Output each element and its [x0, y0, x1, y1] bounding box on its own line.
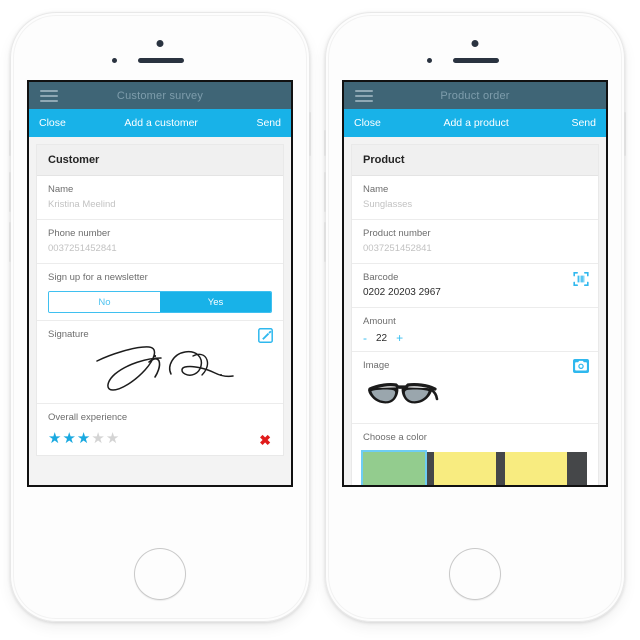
earpiece-speaker-left [138, 58, 184, 63]
barcode-row[interactable]: Barcode 0202 20203 2967 [352, 264, 598, 308]
field-label-phone-left: Phone number [48, 228, 111, 239]
screenshot-stage: Customer survey Close Add a customer Sen… [0, 0, 640, 640]
front-camera-icon-left [156, 40, 164, 47]
star-4-icon[interactable]: ★ [91, 430, 105, 447]
volume-down-button-right[interactable] [324, 222, 326, 262]
camera-icon[interactable] [573, 359, 589, 374]
hamburger-icon[interactable] [355, 87, 373, 105]
send-button-left[interactable]: Send [256, 117, 281, 129]
amount-value: 22 [376, 332, 388, 344]
overall-experience-label: Overall experience [48, 412, 128, 423]
newsletter-label: Sign up for a newsletter [48, 272, 148, 283]
close-button-left[interactable]: Close [39, 117, 66, 129]
color-swatch-green[interactable] [434, 452, 496, 485]
image-row: Image [352, 352, 598, 424]
silent-switch-left[interactable] [9, 130, 11, 156]
phone-device-right: Product order Close Add a product Send P… [324, 12, 626, 622]
color-swatch-dark[interactable] [363, 452, 425, 485]
newsletter-row: Sign up for a newsletter No Yes [37, 264, 283, 321]
app-title-right: Product order [440, 89, 510, 102]
field-label-name-right: Name [363, 184, 389, 195]
color-swatch-yellow[interactable] [505, 452, 567, 485]
hamburger-icon[interactable] [40, 87, 58, 105]
screen-right: Product order Close Add a product Send P… [342, 80, 608, 487]
app-topbar-left: Customer survey [29, 82, 291, 109]
newsletter-option-yes[interactable]: Yes [160, 292, 271, 312]
color-swatch-list [363, 452, 587, 485]
volume-up-button-left[interactable] [9, 172, 11, 212]
field-value-name-left: Kristina Meelind [48, 199, 116, 210]
nav-title-right: Add a product [443, 117, 509, 129]
barcode-value: 0202 20203 2967 [363, 287, 441, 298]
field-value-product-number: 0037251452841 [363, 243, 432, 254]
choose-color-row: Choose a color [352, 424, 598, 485]
field-row-name-right[interactable]: Name Sunglasses [352, 176, 598, 220]
amount-row: Amount - 22 + [352, 308, 598, 352]
red-x-icon[interactable]: ✖ [259, 433, 271, 447]
app-topbar-right: Product order [344, 82, 606, 109]
field-value-phone-left: 0037251452841 [48, 243, 117, 254]
power-button-right[interactable] [624, 112, 626, 156]
nav-toolbar-left: Close Add a customer Send [29, 109, 291, 137]
send-button-right[interactable]: Send [571, 117, 596, 129]
star-3-icon[interactable]: ★ [77, 430, 91, 447]
screen-left: Customer survey Close Add a customer Sen… [27, 80, 293, 487]
silent-switch-right[interactable] [324, 130, 326, 156]
barcode-scanner-icon[interactable] [573, 271, 589, 286]
form-content-left: Customer Name Kristina Meelind Phone num… [29, 137, 291, 485]
volume-down-button-left[interactable] [9, 222, 11, 262]
star-1-icon[interactable]: ★ [48, 430, 62, 447]
image-label: Image [363, 360, 390, 371]
increment-button[interactable]: + [396, 332, 403, 344]
home-button-right[interactable] [449, 548, 501, 600]
nav-title-left: Add a customer [124, 117, 198, 129]
earpiece-speaker-right [453, 58, 499, 63]
front-camera-icon-right [471, 40, 479, 47]
field-label-name-left: Name [48, 184, 74, 195]
product-card: Product Name Sunglasses Product number 0… [352, 145, 598, 485]
amount-label: Amount [363, 316, 396, 327]
field-row-phone-left[interactable]: Phone number 0037251452841 [37, 220, 283, 264]
star-rating[interactable]: ★★★★★ [48, 430, 272, 448]
barcode-label: Barcode [363, 272, 399, 283]
edit-pencil-icon[interactable] [258, 328, 273, 343]
star-5-icon[interactable]: ★ [106, 430, 120, 447]
sunglasses-photo [363, 376, 587, 416]
newsletter-segmented-control[interactable]: No Yes [48, 291, 272, 313]
app-title-left: Customer survey [116, 89, 204, 102]
proximity-sensor-icon-right [427, 58, 432, 63]
overall-experience-row: Overall experience ★★★★★ ✖ [37, 404, 283, 455]
decrement-button[interactable]: - [363, 332, 367, 344]
product-card-title: Product [352, 145, 598, 176]
power-button-left[interactable] [309, 112, 311, 156]
form-content-right: Product Name Sunglasses Product number 0… [344, 137, 606, 485]
volume-up-button-right[interactable] [324, 172, 326, 212]
field-value-name-right: Sunglasses [363, 199, 413, 210]
nav-toolbar-right: Close Add a product Send [344, 109, 606, 137]
close-button-right[interactable]: Close [354, 117, 381, 129]
customer-card: Customer Name Kristina Meelind Phone num… [37, 145, 283, 455]
star-2-icon[interactable]: ★ [62, 430, 76, 447]
newsletter-option-no[interactable]: No [49, 292, 160, 312]
signature-row[interactable]: Signature [37, 321, 283, 404]
phone-device-left: Customer survey Close Add a customer Sen… [9, 12, 311, 622]
signature-label: Signature [48, 329, 89, 340]
field-row-name-left[interactable]: Name Kristina Meelind [37, 176, 283, 220]
signature-canvas[interactable] [48, 344, 272, 396]
field-label-product-number: Product number [363, 228, 431, 239]
quantity-stepper[interactable]: - 22 + [363, 332, 587, 344]
home-button-left[interactable] [134, 548, 186, 600]
choose-color-label: Choose a color [363, 432, 427, 443]
customer-card-title: Customer [37, 145, 283, 176]
proximity-sensor-icon-left [112, 58, 117, 63]
field-row-product-number[interactable]: Product number 0037251452841 [352, 220, 598, 264]
